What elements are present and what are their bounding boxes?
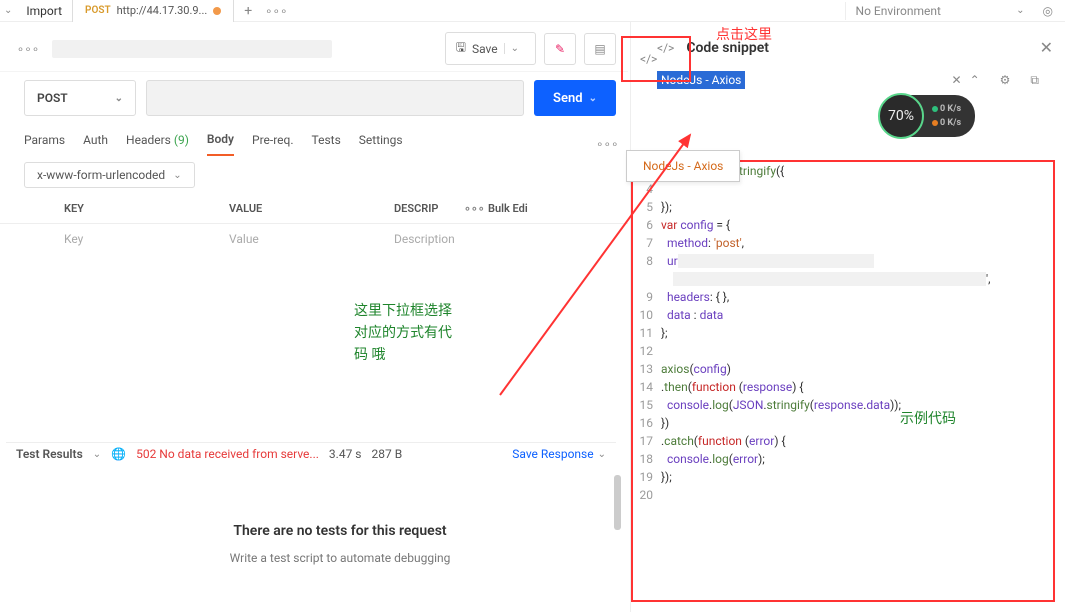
save-response-button[interactable]: Save Response ⌄ [512,447,606,461]
url-input[interactable] [146,80,524,116]
send-button[interactable]: Send ⌄ [534,80,616,116]
edit-icon[interactable]: ✎ [544,33,576,65]
test-results-label[interactable]: Test Results [16,447,83,461]
chevron-down-icon: ⌄ [598,449,606,460]
settings-gear-icon[interactable]: ⚙ [1000,73,1011,87]
body-type-label: x-www-form-urlencoded [37,168,165,182]
save-icon: 🖫 [456,38,466,59]
tab-tests[interactable]: Tests [312,133,341,155]
unsaved-dot-icon [213,7,221,15]
chevron-down-icon: ⌄ [115,93,123,104]
preview-env-icon[interactable]: ◎ [1043,4,1053,18]
close-button[interactable]: ✕ [1040,38,1053,57]
no-tests-title: There are no tests for this request [80,523,600,539]
tab-auth[interactable]: Auth [83,133,108,155]
method-label: POST [37,91,68,105]
copy-icon[interactable]: ⧉ [1030,73,1039,88]
key-input[interactable]: Key [64,232,229,246]
value-input[interactable]: Value [229,232,394,246]
body-type-select[interactable]: x-www-form-urlencoded ⌄ [24,162,195,188]
col-desc-header: DESCRIP [394,202,464,215]
size-text: 287 B [372,447,403,461]
status-text: No data received from serve... [159,447,319,461]
desc-input[interactable]: Description [394,232,554,246]
network-speed-widget[interactable]: 70% 0 K/s 0 K/s [880,95,975,137]
request-tab[interactable]: POST http://44.17.30.9... [72,0,234,22]
col-value-header: VALUE [229,202,394,215]
tab-params[interactable]: Params [24,133,65,155]
col-more-icon[interactable]: ∘∘∘ [464,202,488,215]
bulk-edit-button[interactable]: Bulk Edi [488,202,616,215]
comment-icon[interactable]: ▤ [584,33,616,65]
tab-more-button[interactable]: ∘∘∘ [262,4,290,18]
save-dropdown-icon[interactable]: ⌄ [504,43,525,54]
save-button[interactable]: 🖫 Save ⌄ [445,32,536,65]
chevron-down-icon: ⌄ [1016,5,1024,16]
http-method-select[interactable]: POST ⌄ [24,80,136,116]
chevron-down-icon: ⌄ [589,93,597,104]
speed-kps: 0 K/s 0 K/s [932,102,961,130]
tab-settings[interactable]: Settings [359,133,403,155]
new-tab-button[interactable]: + [234,3,262,19]
globe-icon[interactable]: 🌐 [111,447,126,461]
code-icon: </> [657,41,674,55]
clear-lang-icon[interactable]: ✕ [952,73,962,87]
tab-prev-icon[interactable]: ⌄ [0,5,16,16]
sidebar-more-icon[interactable]: ∘∘∘ [14,42,42,56]
chevron-down-icon: ⌄ [173,170,181,181]
code-snippet-toggle-icon[interactable]: </> [640,52,657,66]
tab-title-label: http://44.17.30.9... [117,4,208,17]
headers-count: (9) [174,133,189,147]
breadcrumb [52,40,332,58]
code-snippet-panel: </> Code snippet ✕ NodeJs - Axios ✕ ⌃ ⚙ … [630,22,1065,612]
environment-selector[interactable]: No Environment ⌄ [845,2,1035,20]
scrollbar[interactable] [614,475,621,530]
snippet-language-select[interactable]: NodeJs - Axios [657,71,745,89]
no-tests-empty-state: There are no tests for this request Writ… [80,523,600,565]
status-code: 502 [136,447,156,461]
chevron-up-icon[interactable]: ⌃ [970,73,980,87]
environment-label: No Environment [856,4,941,18]
language-dropdown-option[interactable]: NodeJs - Axios [626,150,740,182]
tab-prereq[interactable]: Pre-req. [252,133,294,155]
results-bar: Test Results ⌄ 🌐 502 No data received fr… [6,442,616,465]
speed-dial: 70% [878,93,924,139]
time-text: 3.47 s [329,447,362,461]
import-button[interactable]: Import [16,1,72,21]
results-caret-icon[interactable]: ⌄ [93,449,101,460]
tab-headers[interactable]: Headers (9) [126,133,189,155]
annotation-click-here: 点击这里 [716,24,772,46]
code-content[interactable]: 3var data = qs.stringify({45});6var conf… [631,160,1055,602]
annotation-dropdown: 这里下拉框选择 对应的方式有代 码 哦 [354,300,452,366]
save-label: Save [472,42,498,56]
subtab-more-icon[interactable]: ∘∘∘ [596,137,616,151]
col-key-header: KEY [64,202,229,215]
tab-method-label: POST [85,5,111,16]
no-tests-subtitle: Write a test script to automate debuggin… [80,551,600,565]
tab-body[interactable]: Body [207,132,234,156]
annotation-sample-code: 示例代码 [900,408,956,430]
send-label: Send [553,91,583,106]
